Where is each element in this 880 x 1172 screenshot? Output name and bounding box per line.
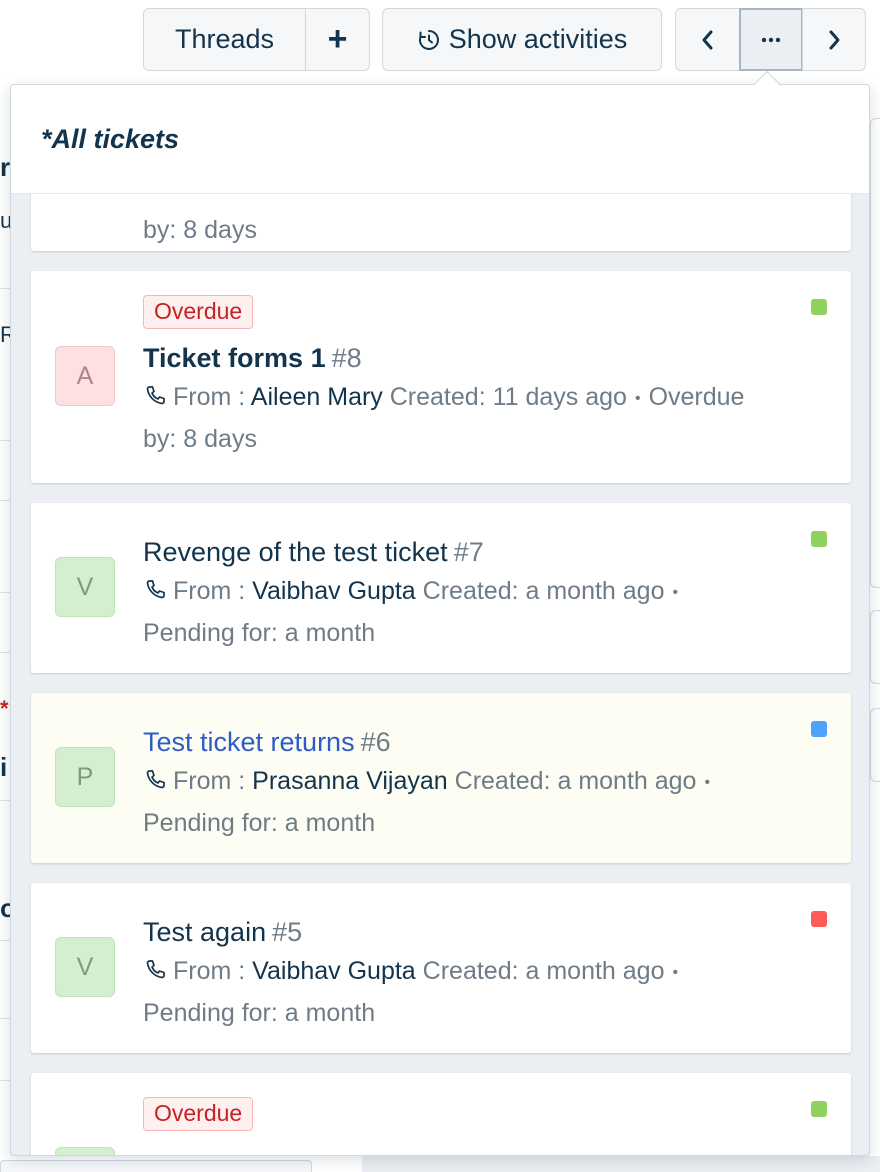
background-text: i	[0, 752, 8, 782]
status-indicator	[811, 531, 827, 547]
requester-name[interactable]: Aileen Mary	[251, 383, 383, 411]
threads-label: Threads	[174, 24, 275, 54]
created-time: Created: a month ago	[454, 767, 697, 795]
status-indicator	[811, 299, 827, 315]
created-time: Created: a month ago	[422, 577, 665, 605]
ticket-card-active[interactable]: P Test ticket returns #6 From : Prasanna …	[31, 693, 851, 863]
ticket-card[interactable]: Overdue	[31, 1073, 851, 1155]
chevron-left-icon	[700, 29, 716, 51]
background-footer-strip	[362, 1156, 880, 1172]
background-panel-edge	[870, 118, 880, 588]
ticket-view-title: *All tickets	[41, 123, 180, 154]
plus-icon: +	[327, 20, 348, 58]
ticket-number: #6	[360, 727, 391, 757]
overdue-badge: Overdue	[143, 1097, 254, 1131]
separator-dot: •	[634, 389, 641, 407]
threads-button[interactable]: Threads	[143, 8, 306, 71]
pending-duration: Pending for: a month	[143, 619, 376, 647]
separator-dot: •	[704, 773, 711, 791]
avatar: V	[55, 557, 115, 617]
status-indicator	[811, 721, 827, 737]
requester-name[interactable]: Prasanna Vijayan	[252, 767, 448, 795]
avatar: A	[55, 346, 115, 406]
separator-dot: •	[672, 583, 679, 601]
ticket-subject[interactable]: Revenge of the test ticket #7	[143, 537, 801, 568]
ticket-card[interactable]: A Overdue Ticket forms 1 #8 From : Aileen…	[31, 271, 851, 483]
avatar: P	[55, 747, 115, 807]
show-activities-button[interactable]: Show activities	[382, 8, 662, 71]
background-required-mark: *	[0, 696, 9, 721]
overdue-status: Overdue	[648, 383, 745, 411]
pending-duration: Pending for: a month	[143, 999, 376, 1027]
requester-name[interactable]: Vaibhav Gupta	[252, 577, 416, 605]
ticket-list[interactable]: by: 8 days A Overdue Ticket forms 1 #8 Fr…	[11, 85, 869, 1155]
dropdown-header: *All tickets	[11, 85, 869, 194]
ticket-meta: From : Vaibhav Gupta Created: a month ag…	[143, 572, 801, 653]
overdue-duration: by: 8 days	[143, 425, 257, 453]
avatar: V	[55, 937, 115, 997]
ticket-status-text: by: 8 days	[143, 216, 257, 244]
ticket-number: #7	[453, 537, 484, 567]
phone-icon	[143, 765, 167, 804]
show-activities-label: Show activities	[448, 24, 628, 54]
ticket-toolbar: Threads + Show activities	[0, 8, 880, 71]
ticket-meta: From : Prasanna Vijayan Created: a month…	[143, 762, 801, 843]
add-thread-button[interactable]: +	[305, 8, 370, 71]
background-footer-button[interactable]	[0, 1160, 312, 1172]
pending-duration: Pending for: a month	[143, 809, 376, 837]
ticket-subject[interactable]: Test again #5	[143, 917, 801, 948]
previous-ticket-button[interactable]	[675, 8, 740, 71]
activity-clock-icon	[417, 28, 441, 52]
background-input-edge	[870, 610, 880, 684]
ticket-meta: From : Vaibhav Gupta Created: a month ag…	[143, 952, 801, 1033]
avatar	[55, 1147, 115, 1155]
phone-icon	[143, 955, 167, 994]
created-time: Created: 11 days ago	[389, 383, 627, 411]
chevron-right-icon	[826, 29, 842, 51]
ticket-card[interactable]: V Test again #5 From : Vaibhav Gupta Crea…	[31, 883, 851, 1053]
ticket-number: #5	[272, 917, 303, 947]
ticket-subject[interactable]: Test ticket returns #6	[143, 727, 801, 758]
status-indicator	[811, 911, 827, 927]
ticket-number: #8	[331, 343, 362, 373]
next-ticket-button[interactable]	[802, 8, 866, 71]
ticket-subject[interactable]: Ticket forms 1 #8	[143, 343, 801, 374]
more-dots-icon	[761, 37, 781, 43]
ticket-meta: From : Aileen Mary Created: 11 days ago •…	[143, 378, 801, 459]
ticket-card[interactable]: V Revenge of the test ticket #7 From : Va…	[31, 503, 851, 673]
ticket-list-dropdown: *All tickets by: 8 days A Overdue Ticket…	[10, 84, 870, 1156]
separator-dot: •	[672, 963, 679, 981]
more-options-button[interactable]	[739, 8, 803, 71]
requester-name[interactable]: Vaibhav Gupta	[252, 957, 416, 985]
phone-icon	[143, 381, 167, 420]
overdue-badge: Overdue	[143, 295, 254, 329]
background-input-edge	[870, 708, 880, 782]
phone-icon	[143, 575, 167, 614]
background-text: r	[0, 152, 11, 182]
created-time: Created: a month ago	[422, 957, 665, 985]
status-indicator	[811, 1101, 827, 1117]
